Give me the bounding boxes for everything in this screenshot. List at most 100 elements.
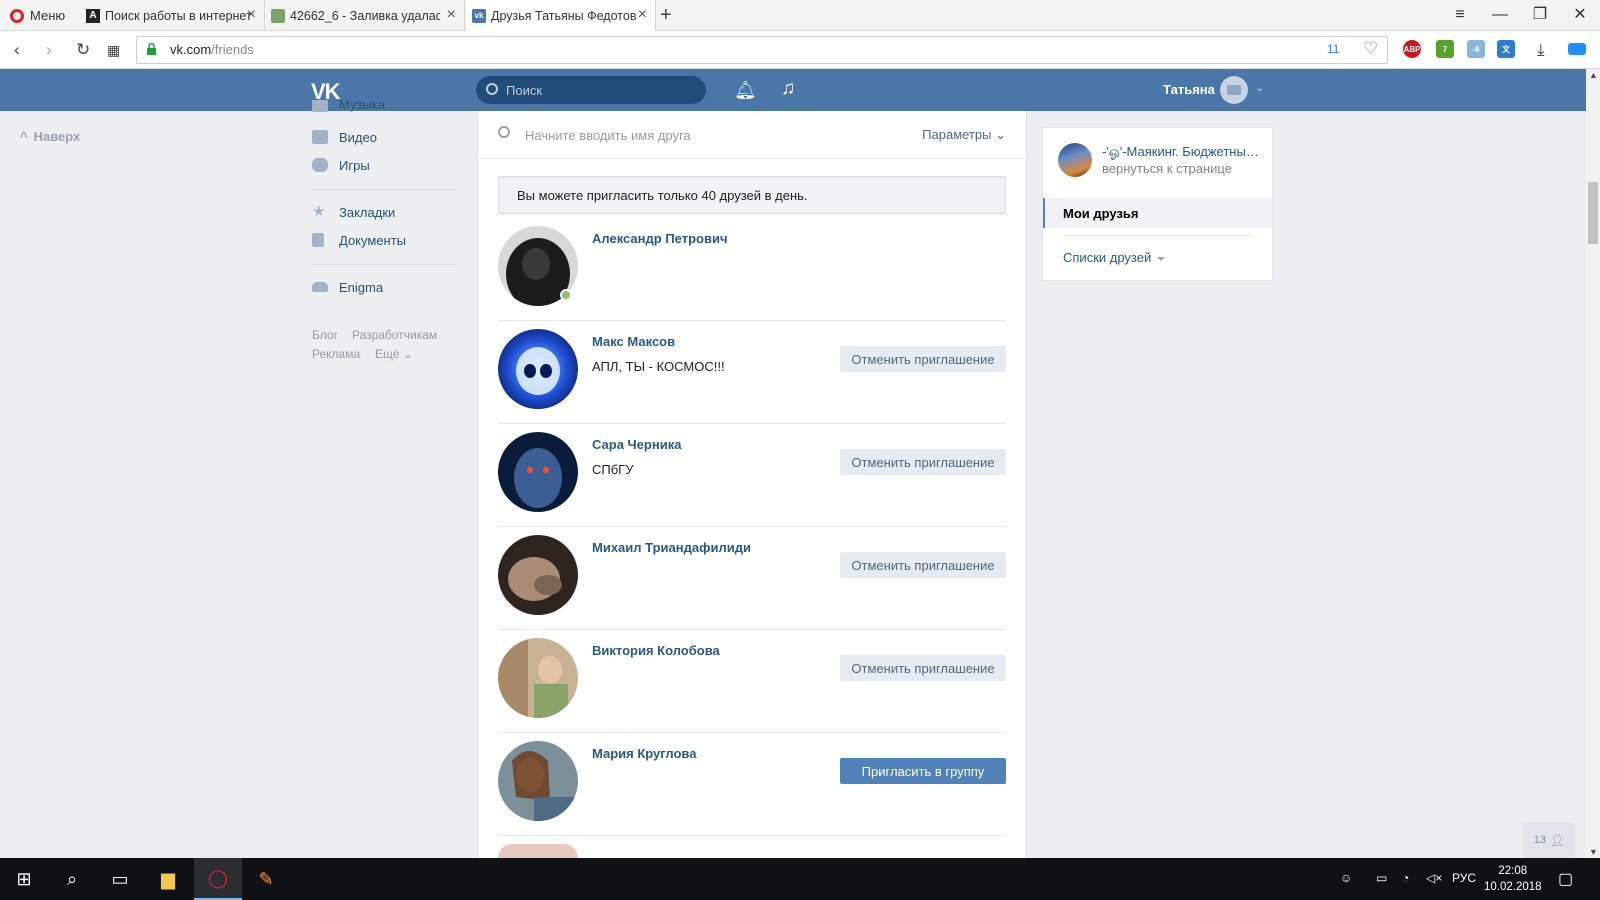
friend-avatar[interactable]: [498, 741, 578, 821]
opera-menu-button[interactable]: Меню: [0, 0, 78, 31]
download-extension-icon[interactable]: 7: [1436, 40, 1454, 58]
music-note-icon[interactable]: ♫: [781, 78, 795, 100]
panel-divider: [1063, 235, 1253, 236]
browser-tab-job-search[interactable]: А Поиск работы в интернет ×: [80, 0, 265, 31]
friend-name[interactable]: Макс Максов: [592, 334, 675, 349]
clock-time: 22:08: [1498, 865, 1528, 877]
friend-avatar[interactable]: [498, 535, 578, 615]
search-icon[interactable]: ⌕: [48, 858, 96, 900]
speed-dial-icon[interactable]: ▦: [107, 40, 120, 60]
file-explorer-icon[interactable]: ▆: [144, 858, 192, 900]
friend-name[interactable]: Александр Петрович: [592, 231, 728, 246]
friend-avatar[interactable]: [498, 844, 578, 858]
group-name-link[interactable]: -'ஓ'-Маякинг. Бюджетный…: [1102, 144, 1264, 161]
footer-link-blog[interactable]: Блог: [312, 328, 338, 342]
clock-date: 10.02.2018: [1484, 881, 1542, 893]
menu-item-video[interactable]: Видео: [312, 127, 377, 147]
notifications-icon[interactable]: ▢: [1558, 869, 1573, 889]
browser-tab-fill[interactable]: 42662_6 - Заливка удалас ×: [265, 0, 465, 31]
cancel-invitation-button[interactable]: Отменить приглашение: [840, 655, 1006, 681]
heart-icon[interactable]: ♡: [1363, 39, 1378, 59]
vk-user-name[interactable]: Татьяна: [1163, 82, 1215, 97]
opera-taskbar-icon[interactable]: ◯: [194, 858, 242, 900]
menu-item-bookmarks[interactable]: ★ Закладки: [312, 202, 395, 222]
scrollbar-thumb[interactable]: [1588, 182, 1598, 244]
close-icon[interactable]: ×: [247, 7, 256, 23]
friend-lists-dropdown[interactable]: Списки друзей: [1063, 250, 1166, 265]
adblock-plus-icon[interactable]: ABP: [1403, 40, 1421, 58]
avatar[interactable]: [1220, 76, 1248, 104]
friend-row: Виктория Колобова Отменить приглашение: [498, 630, 1006, 733]
friend-row: Сара Черника СПбГУ Отменить приглашение: [498, 424, 1006, 527]
friend-row: Макс Максов АПЛ, ТЫ - КОСМОС!!! Отменить…: [498, 321, 1006, 424]
footer-link-ads[interactable]: Реклама: [312, 347, 360, 361]
paint-app-icon[interactable]: ✎: [242, 858, 290, 900]
friend-avatar[interactable]: [498, 432, 578, 512]
opera-menu-label: Меню: [30, 8, 66, 23]
menu-item-music[interactable]: Музыка: [312, 100, 385, 112]
tab-title: Поиск работы в интернет: [105, 8, 252, 23]
language-indicator[interactable]: РУС: [1452, 871, 1476, 885]
footer-link-developers[interactable]: Разработчикам: [352, 328, 437, 342]
battery-icon[interactable]: ▭: [1376, 871, 1387, 885]
reload-icon[interactable]: ↻: [76, 40, 90, 60]
people-icon[interactable]: ☺: [1340, 871, 1352, 885]
games-icon: [312, 158, 328, 172]
page-scrollbar[interactable]: ▲ ▼: [1586, 69, 1600, 858]
scroll-to-top-link[interactable]: ^ Наверх: [20, 129, 86, 144]
invite-to-group-button[interactable]: Пригласить в группу: [840, 758, 1006, 784]
task-view-icon[interactable]: ▭: [96, 858, 144, 900]
corner-counter[interactable]: 13 👤︎: [1523, 822, 1575, 858]
bell-icon[interactable]: 🔔︎: [734, 79, 757, 101]
windows-start-icon[interactable]: ⊞: [0, 858, 48, 900]
menu-item-enigma[interactable]: Enigma: [312, 277, 383, 297]
battery-saver-icon[interactable]: [1568, 43, 1586, 55]
minimize-button[interactable]: —: [1490, 4, 1510, 26]
lock-icon: [147, 43, 156, 55]
menu-item-documents[interactable]: Документы: [312, 230, 406, 250]
chevron-up-icon: ^: [20, 129, 28, 144]
footer-link-more[interactable]: Ещё ⌄: [375, 347, 413, 361]
cancel-invitation-button[interactable]: Отменить приглашение: [840, 449, 1006, 475]
parameters-dropdown[interactable]: Параметры ⌄: [922, 127, 1006, 143]
window-close-button[interactable]: ✕: [1570, 4, 1590, 26]
cancel-invitation-button[interactable]: Отменить приглашение: [840, 552, 1006, 578]
friend-avatar[interactable]: [498, 638, 578, 718]
scroll-down-icon[interactable]: ▼: [1589, 847, 1598, 857]
chevron-down-icon[interactable]: ⌄: [1255, 81, 1264, 94]
volume-icon[interactable]: ◁×: [1426, 871, 1442, 885]
forward-arrow-icon[interactable]: ›: [46, 40, 52, 60]
windows-taskbar: ⊞ ⌕ ▭ ▆ ◯ ✎ ☺ ▭ ◔ ◁× РУС 22:08 10.02.201…: [0, 858, 1600, 900]
download-icon[interactable]: ⤓: [1537, 40, 1545, 60]
close-icon[interactable]: ×: [638, 7, 647, 23]
maximize-button[interactable]: ❐: [1530, 4, 1550, 26]
scroll-up-icon[interactable]: ▲: [1589, 70, 1598, 80]
weather-extension-icon[interactable]: -6: [1467, 40, 1485, 58]
close-icon[interactable]: ×: [447, 7, 456, 23]
friend-name[interactable]: Сара Черника: [592, 437, 681, 452]
group-avatar[interactable]: [1058, 143, 1092, 177]
menu-item-games[interactable]: Игры: [312, 155, 370, 175]
back-to-page-link[interactable]: вернуться к странице: [1102, 161, 1232, 176]
friend-name[interactable]: Михаил Триандафилиди: [592, 540, 751, 555]
friend-name[interactable]: Мария Круглова: [592, 746, 696, 761]
vk-search-placeholder: Поиск: [506, 82, 543, 98]
new-tab-button[interactable]: +: [660, 4, 672, 26]
friend-search-input[interactable]: [525, 111, 885, 159]
friend-avatar[interactable]: [498, 329, 578, 409]
url-path: /friends: [211, 42, 254, 57]
friend-name[interactable]: Виктория Колобова: [592, 643, 720, 658]
wifi-icon[interactable]: ◔: [1402, 871, 1409, 885]
vk-search-input[interactable]: Поиск: [476, 76, 706, 104]
adblock-count-badge[interactable]: 11: [1327, 42, 1339, 56]
tab-title: 42662_6 - Заливка удалас: [290, 8, 440, 23]
cancel-invitation-button[interactable]: Отменить приглашение: [840, 346, 1006, 372]
translate-extension-icon[interactable]: 文: [1497, 40, 1515, 58]
browser-tab-vk-friends[interactable]: vk Друзья Татьяны Федотов ×: [466, 0, 656, 31]
url-field[interactable]: vk.com/friends 11 ♡: [136, 36, 1388, 64]
friend-photo: [498, 535, 578, 615]
my-friends-tab[interactable]: Мои друзья: [1043, 198, 1272, 228]
clock[interactable]: 22:08 10.02.2018: [1484, 863, 1542, 895]
tab-menu-icon[interactable]: ≡: [1450, 4, 1470, 26]
back-arrow-icon[interactable]: ‹: [14, 40, 20, 60]
